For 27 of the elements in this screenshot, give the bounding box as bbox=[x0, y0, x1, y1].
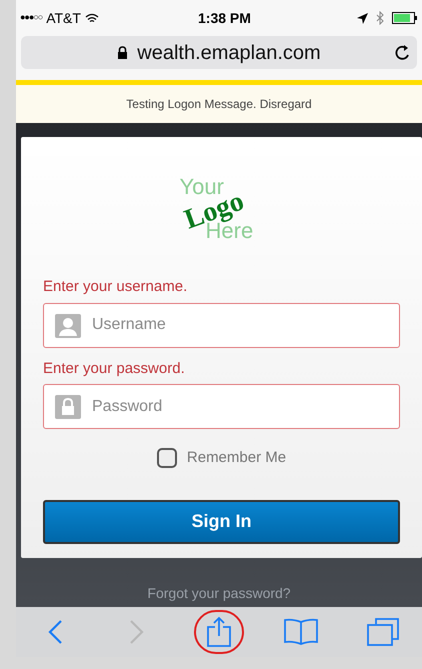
user-icon bbox=[55, 314, 81, 338]
logo-drawing: Your Logo Here bbox=[178, 173, 254, 242]
signal-strength: ●●●○○ bbox=[20, 11, 42, 24]
logon-message: Testing Logon Message. Disregard bbox=[126, 96, 312, 113]
share-button[interactable] bbox=[194, 610, 244, 654]
field-error-message: Enter your username. bbox=[43, 277, 188, 297]
share-icon bbox=[206, 616, 232, 648]
sign-in-button[interactable]: Sign In bbox=[43, 500, 400, 544]
lock-icon bbox=[55, 395, 81, 419]
field-error-message: Enter your password. bbox=[43, 358, 186, 378]
input-field[interactable]: Password bbox=[43, 384, 400, 429]
url-text: wealth.emaplan.com bbox=[137, 40, 321, 66]
carrier-name: AT&T bbox=[46, 8, 81, 28]
battery-icon bbox=[392, 12, 418, 24]
wifi-icon bbox=[84, 12, 99, 24]
padlock-icon bbox=[117, 46, 128, 59]
bluetooth-icon bbox=[376, 11, 384, 25]
location-arrow-icon bbox=[357, 12, 368, 24]
reload-icon[interactable] bbox=[395, 44, 411, 61]
book-icon bbox=[283, 618, 319, 646]
address-bar[interactable]: wealth.emaplan.com bbox=[21, 36, 417, 69]
forgot-password-link[interactable]: Forgot your password? bbox=[147, 583, 291, 604]
remember-me-label: Remember Me bbox=[186, 448, 286, 468]
tabs-icon bbox=[366, 617, 400, 647]
remember-checkbox[interactable] bbox=[156, 448, 177, 468]
input-field[interactable]: Username bbox=[43, 302, 400, 348]
clock-time: 1:38 PM bbox=[198, 8, 251, 28]
